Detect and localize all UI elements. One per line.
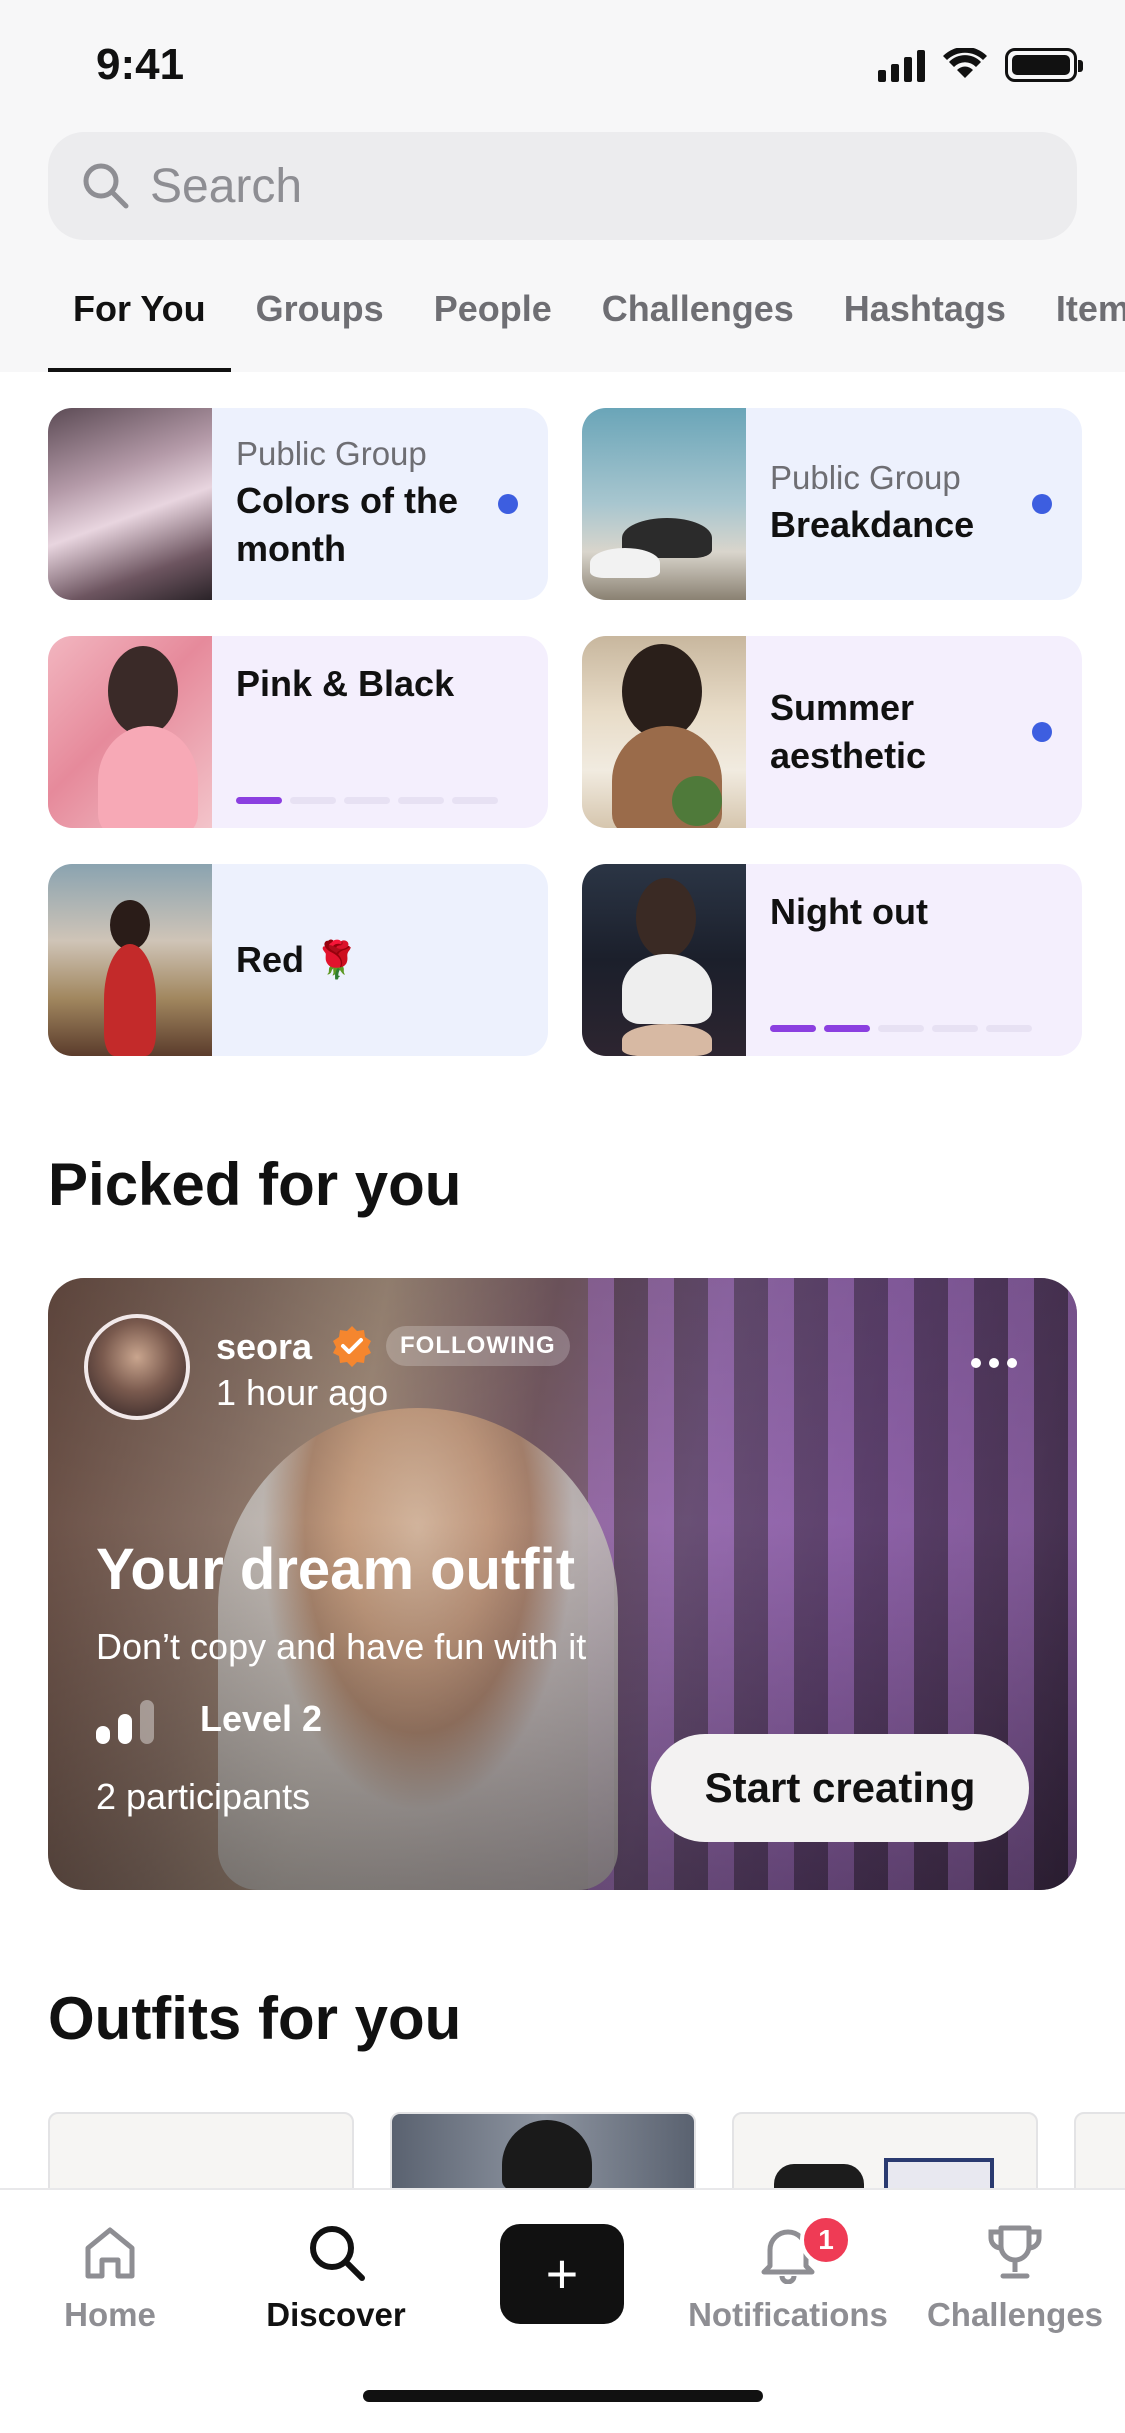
unread-dot: [1032, 722, 1052, 742]
group-type: Public Group: [236, 435, 427, 472]
tab-hashtags[interactable]: Hashtags: [819, 280, 1031, 372]
group-thumbnail: [582, 408, 746, 600]
tabbar-label: Discover: [266, 2296, 406, 2333]
group-card[interactable]: Public Group Breakdance: [582, 408, 1082, 600]
outfit-card[interactable]: [732, 2112, 1038, 2192]
group-thumbnail: [582, 636, 746, 828]
discover-tabs: For You Groups People Challenges Hashtag…: [0, 280, 1125, 372]
group-name: Colors of the month: [236, 480, 458, 569]
level-label: Level 2: [200, 1698, 323, 1739]
group-name: Pink & Black: [236, 663, 455, 704]
challenge-subtitle: Don’t copy and have fun with it: [96, 1626, 587, 1667]
unread-dot: [498, 494, 518, 514]
level-icon: [96, 1700, 154, 1744]
group-name: Breakdance: [770, 504, 975, 545]
tab-people[interactable]: People: [409, 280, 577, 372]
progress-indicator: [770, 1025, 1032, 1032]
tabbar-challenges[interactable]: Challenges: [915, 2220, 1115, 2334]
group-name: Summer aesthetic: [770, 687, 927, 776]
search-icon: [83, 163, 129, 209]
status-icons: [878, 48, 1083, 82]
group-card[interactable]: Public Group Colors of the month: [48, 408, 548, 600]
home-indicator: [363, 2390, 763, 2402]
notification-badge: 1: [800, 2214, 852, 2266]
challenge-title: Your dream outfit: [96, 1537, 576, 1602]
group-card[interactable]: Pink & Black: [48, 636, 548, 828]
outfit-card[interactable]: [48, 2112, 354, 2192]
trophy-icon: [988, 2225, 1042, 2279]
participants-count: 2 participants: [96, 1776, 311, 1817]
group-type: Public Group: [770, 459, 961, 496]
top-header: 9:41 For You Groups People Challenges Ha…: [0, 0, 1125, 372]
outfit-card[interactable]: [390, 2112, 696, 2192]
outfits-carousel[interactable]: [48, 2112, 1125, 2192]
search-input[interactable]: [150, 158, 950, 214]
outfits-section-title: Outfits for you: [48, 1985, 462, 2052]
status-time: 9:41: [96, 40, 185, 89]
author-name[interactable]: seora: [216, 1326, 312, 1368]
tabbar-notifications[interactable]: 1 Notifications: [688, 2214, 888, 2334]
verified-icon: [333, 1326, 371, 1367]
tab-items[interactable]: Item: [1031, 280, 1125, 372]
avatar[interactable]: [84, 1314, 190, 1420]
unread-dot: [1032, 494, 1052, 514]
tabbar-label: Home: [64, 2296, 156, 2333]
tab-groups[interactable]: Groups: [231, 280, 409, 372]
challenge-card[interactable]: seora FOLLOWING 1 hour ago Your dream ou…: [48, 1278, 1077, 1890]
tabbar-label: Notifications: [688, 2296, 888, 2333]
group-thumbnail: [48, 408, 212, 600]
tab-for-you[interactable]: For You: [0, 280, 231, 372]
group-card[interactable]: Red 🌹: [48, 864, 548, 1056]
group-name: Night out: [770, 891, 928, 932]
cellular-signal-icon: [878, 48, 925, 82]
group-thumbnail: [582, 864, 746, 1056]
group-name: Red 🌹: [236, 939, 359, 980]
wifi-icon: [943, 48, 987, 78]
post-time: 1 hour ago: [216, 1372, 389, 1413]
more-options-icon[interactable]: [971, 1358, 1017, 1368]
tab-challenges[interactable]: Challenges: [577, 280, 819, 372]
status-bar: 9:41: [0, 0, 1125, 130]
tabbar-label: Challenges: [926, 2296, 1104, 2333]
tabbar-home[interactable]: Home: [10, 2220, 210, 2334]
group-card[interactable]: Summer aesthetic: [582, 636, 1082, 828]
tabbar-discover[interactable]: Discover: [236, 2220, 436, 2334]
home-icon: [85, 2227, 135, 2279]
search-icon: [310, 2226, 365, 2281]
group-thumbnail: [48, 864, 212, 1056]
following-badge[interactable]: FOLLOWING: [386, 1326, 570, 1366]
picked-section-title: Picked for you: [48, 1151, 462, 1218]
group-card[interactable]: Night out: [582, 864, 1082, 1056]
group-thumbnail: [48, 636, 212, 828]
create-button[interactable]: +: [500, 2224, 624, 2324]
start-creating-button[interactable]: Start creating: [651, 1734, 1029, 1842]
battery-icon: [1005, 48, 1083, 82]
search-bar[interactable]: [48, 132, 1077, 240]
outfit-card[interactable]: [1074, 2112, 1125, 2192]
progress-indicator: [236, 797, 498, 804]
